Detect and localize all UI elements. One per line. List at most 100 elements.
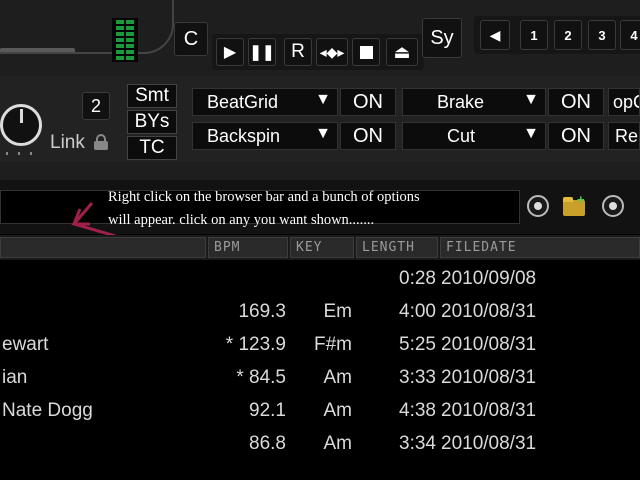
effect-3-state: ON	[353, 124, 383, 147]
dropdown-arrow-icon: ▼	[315, 91, 331, 108]
dropdown-arrow-icon: ▼	[523, 125, 539, 142]
track-length: 0:28	[399, 268, 436, 289]
bpm-header-label: BPM	[214, 240, 241, 255]
effect-4-name: Cut	[447, 125, 476, 146]
sideview-icon[interactable]	[527, 195, 549, 217]
table-row[interactable]: ewart * 123.9 F#m 5:25 2010/08/31	[0, 332, 640, 365]
track-title: ewart	[2, 334, 49, 355]
track-length: 3:33	[399, 367, 436, 388]
hotcue-2-label: 2	[564, 27, 572, 43]
eject-button[interactable]: ⏏	[386, 38, 418, 66]
track-title: Nate Dogg	[2, 400, 93, 421]
track-key: Am	[323, 400, 353, 421]
left-arrow-icon: ◀	[489, 26, 501, 43]
timecode-label: TC	[139, 137, 165, 158]
effect-1-toggle[interactable]: ON	[340, 88, 396, 116]
effect-slot-1[interactable]: BeatGrid ▼	[192, 88, 338, 116]
track-filedate: 2010/08/31	[441, 334, 537, 355]
pitch-range-value: 2	[90, 95, 101, 116]
hotcue-4[interactable]: 4	[620, 20, 640, 50]
key-header-label: KEY	[296, 240, 323, 255]
stop-icon	[359, 45, 373, 59]
loop-icon: ◂◆▸	[319, 43, 345, 60]
eject-icon: ⏏	[393, 41, 411, 62]
hotcue-3-label: 3	[598, 27, 606, 43]
timecode-button[interactable]: TC	[127, 136, 177, 160]
reverse-label: R	[291, 41, 305, 62]
column-header-length[interactable]: LENGTH	[356, 237, 438, 258]
link-label: Link	[50, 132, 85, 153]
track-filedate: 2010/09/08	[441, 268, 537, 289]
track-filedate: 2010/08/31	[441, 301, 537, 322]
hotcue-3[interactable]: 3	[588, 20, 616, 50]
reverse-button[interactable]: R	[284, 38, 312, 66]
track-length: 4:00	[399, 301, 436, 322]
column-header-filedate[interactable]: FILEDATE	[440, 237, 640, 258]
track-filedate: 2010/08/31	[441, 400, 537, 421]
track-length: 4:38	[399, 400, 436, 421]
track-key: Am	[323, 367, 353, 388]
effect-2-name: Brake	[437, 91, 485, 112]
options-icon[interactable]	[602, 195, 624, 217]
play-button[interactable]: ▶	[216, 38, 244, 66]
dropdown-arrow-icon: ▼	[523, 91, 539, 108]
knob-tick-dots	[6, 152, 42, 155]
pitch-range-display[interactable]: 2	[82, 92, 110, 120]
table-row[interactable]: ian * 84.5 Am 3:33 2010/08/31	[0, 365, 640, 398]
table-row[interactable]: 169.3 Em 4:00 2010/08/31	[0, 299, 640, 332]
bypass-button[interactable]: BYs	[127, 110, 177, 134]
annotation-line-2: will appear. click on any you want shown…	[108, 212, 375, 228]
lock-icon[interactable]	[94, 134, 108, 150]
track-title: ian	[2, 367, 28, 388]
length-header-label: LENGTH	[362, 240, 415, 255]
effect-slot-4[interactable]: Cut ▼	[402, 122, 546, 150]
dropdown-arrow-icon: ▼	[315, 125, 331, 142]
table-row[interactable]: 86.8 Am 3:34 2010/08/31	[0, 431, 640, 464]
partial-label-2: Re	[615, 125, 639, 146]
track-filedate: 2010/08/31	[441, 367, 537, 388]
hotcue-4-label: 4	[630, 27, 638, 43]
deck-frame	[0, 0, 174, 54]
effect-1-name: BeatGrid	[207, 91, 279, 112]
column-header-title[interactable]	[0, 237, 206, 258]
effect-slot-3[interactable]: Backspin ▼	[192, 122, 338, 150]
bypass-label: BYs	[134, 111, 170, 132]
filedate-header-label: FILEDATE	[446, 240, 517, 255]
loop-button[interactable]: ◂◆▸	[316, 38, 348, 66]
hotcue-2[interactable]: 2	[554, 20, 582, 50]
table-row[interactable]: 0:28 2010/09/08	[0, 266, 640, 299]
pitch-knob[interactable]	[0, 104, 42, 146]
partial-label-1: opC	[613, 91, 639, 112]
annotation-line-1: Right click on the browser bar and a bun…	[108, 189, 420, 205]
effect-1-state: ON	[353, 90, 383, 113]
effect-slot-6-partial[interactable]: Re	[608, 122, 640, 150]
effect-4-toggle[interactable]: ON	[548, 122, 604, 150]
track-key: Am	[323, 433, 353, 454]
effect-2-toggle[interactable]: ON	[548, 88, 604, 116]
sync-label: Sy	[430, 26, 454, 49]
hotcue-prev-button[interactable]: ◀	[480, 20, 510, 50]
track-key: F#m	[314, 334, 352, 355]
add-folder-icon[interactable]: +	[563, 192, 587, 216]
cue-label: C	[183, 27, 199, 50]
cue-button[interactable]: C	[174, 22, 208, 56]
track-key: Em	[323, 301, 353, 322]
track-bpm: * 123.9	[225, 334, 286, 355]
column-header-bpm[interactable]: BPM	[208, 237, 288, 258]
pause-button[interactable]: ❚❚	[248, 38, 276, 66]
column-header-key[interactable]: KEY	[290, 237, 354, 258]
track-bpm: 92.1	[249, 400, 286, 421]
effect-3-name: Backspin	[207, 125, 281, 146]
effect-3-toggle[interactable]: ON	[340, 122, 396, 150]
sync-button[interactable]: Sy	[422, 18, 462, 58]
table-row[interactable]: Nate Dogg 92.1 Am 4:38 2010/08/31	[0, 398, 640, 431]
track-length: 3:34	[399, 433, 436, 454]
level-meter	[112, 18, 138, 62]
effect-slot-5-partial[interactable]: opC	[608, 88, 640, 116]
track-length: 5:25	[399, 334, 436, 355]
stop-button[interactable]	[352, 38, 380, 66]
hotcue-1[interactable]: 1	[520, 20, 548, 50]
smart-button[interactable]: Smt	[127, 84, 177, 108]
effect-slot-2[interactable]: Brake ▼	[402, 88, 546, 116]
smart-label: Smt	[135, 85, 169, 106]
